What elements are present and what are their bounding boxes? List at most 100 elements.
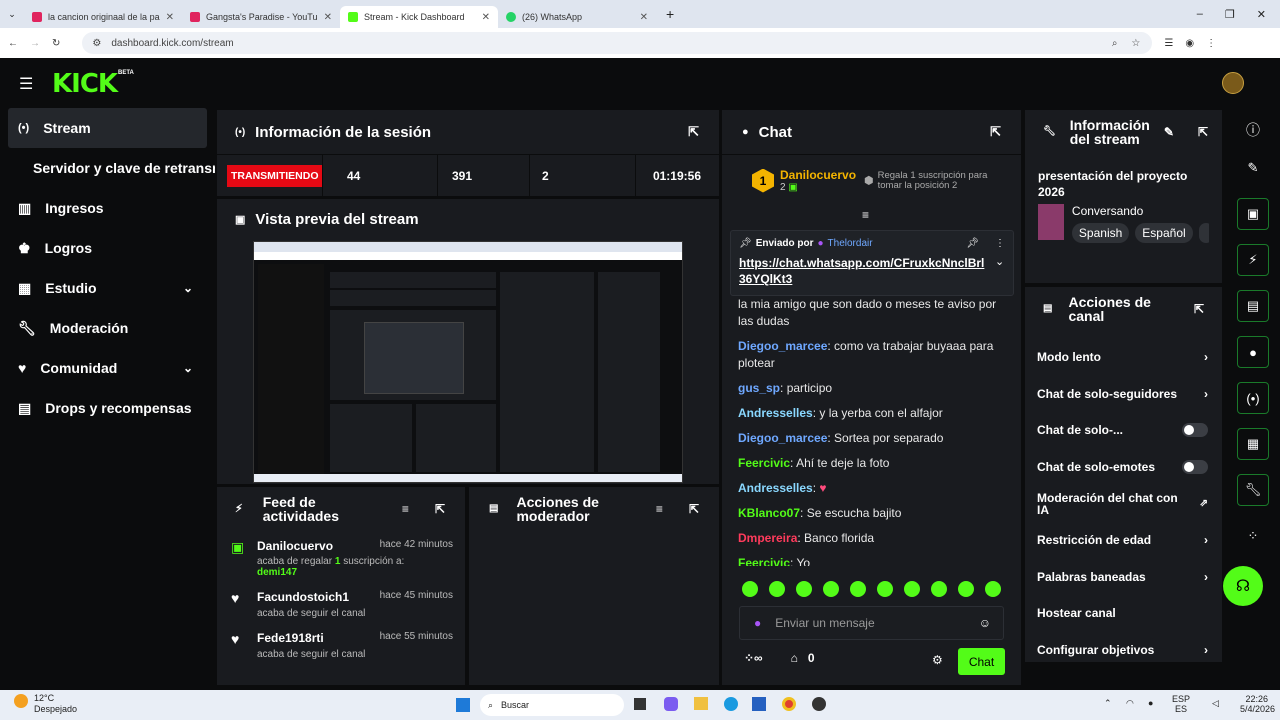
hamburger-icon[interactable]: ☰ xyxy=(19,74,33,94)
sidebar-item-moderation[interactable]: 🔧︎ Moderación xyxy=(0,308,215,348)
windows-start-icon[interactable] xyxy=(456,698,470,712)
clock[interactable]: 22:26 5/4/2026 xyxy=(1240,694,1275,714)
close-icon[interactable]: ✕ xyxy=(640,12,648,23)
followers-only-action[interactable]: Chat de solo-seguidores › xyxy=(1025,376,1222,413)
mic-icon[interactable]: ● xyxy=(1148,698,1153,708)
obs-icon[interactable] xyxy=(812,697,826,711)
site-info-icon[interactable]: ⚙ xyxy=(92,38,101,49)
back-icon[interactable]: ← xyxy=(8,38,18,49)
chevron-down-icon[interactable]: ⌄ xyxy=(995,255,1004,268)
emote-icon[interactable] xyxy=(823,581,839,597)
sidebar-item-achievements[interactable]: ♚ Logros xyxy=(0,228,215,268)
emotes-only-toggle[interactable] xyxy=(1182,460,1208,475)
tray-chevron-icon[interactable]: ⌃ xyxy=(1104,698,1112,709)
sidebar-item-community[interactable]: ♥ Comunidad ⌄ xyxy=(0,348,215,388)
zoom-icon[interactable]: ⌕ xyxy=(1112,38,1118,49)
popout-icon[interactable]: ⇱ xyxy=(1194,302,1204,316)
pin-icon[interactable]: 📌︎ xyxy=(966,238,979,249)
sidebar-item-stream[interactable]: (•) Stream xyxy=(8,108,207,148)
tag-chip[interactable]: Spanish xyxy=(1071,223,1130,243)
screenshot-icon[interactable]: ▣ xyxy=(1237,198,1269,230)
emoji-icon[interactable]: ☺ xyxy=(979,616,991,630)
reload-icon[interactable]: ↻ xyxy=(52,38,60,49)
minimize-icon[interactable]: – xyxy=(1197,8,1203,21)
emote-icon[interactable] xyxy=(796,581,812,597)
sidebar-item-studio[interactable]: ▦ Estudio ⌄ xyxy=(0,268,215,308)
channel-icon[interactable]: ▦ xyxy=(1237,428,1269,460)
clipboard-icon[interactable]: ▤ xyxy=(1237,290,1269,322)
help-chat-button[interactable]: ☊ xyxy=(1223,566,1263,606)
bookmark-star-icon[interactable]: ☆ xyxy=(1131,38,1140,49)
browser-tab-1[interactable]: la cancion originaal de la pant ✕ xyxy=(24,6,182,28)
subs-only-action[interactable]: Chat de solo-... xyxy=(1025,412,1222,449)
chat-bubble-icon[interactable]: ● xyxy=(1237,336,1269,368)
profile-icon[interactable]: ◉ xyxy=(1185,38,1194,49)
close-icon[interactable]: ✕ xyxy=(324,12,332,23)
menu-dots-icon[interactable]: ⋮ xyxy=(1206,38,1216,49)
chrome-icon[interactable] xyxy=(782,697,796,711)
lightning-icon[interactable]: ⚡︎ xyxy=(1237,244,1269,276)
emote-icon[interactable] xyxy=(877,581,893,597)
wrench-icon[interactable]: 🔧︎ xyxy=(1237,474,1269,506)
pinned-link[interactable]: https://chat.whatsapp.com/CFruxkcNnclBrl… xyxy=(739,255,989,287)
browser-tab-4[interactable]: (26) WhatsApp ✕ xyxy=(498,6,656,28)
layout-icon[interactable]: ⁘ xyxy=(1237,520,1269,552)
explorer-icon[interactable] xyxy=(694,697,708,710)
close-icon[interactable]: ✕ xyxy=(166,12,174,23)
broadcast-icon[interactable]: (•) xyxy=(1237,382,1269,414)
copilot-icon[interactable] xyxy=(664,697,678,711)
extensions-icon[interactable]: ☰ xyxy=(1164,38,1173,49)
popout-icon[interactable]: ⇱ xyxy=(435,502,445,516)
taskbar-search[interactable]: ⌕ Buscar xyxy=(480,694,624,716)
maximize-icon[interactable]: ❐ xyxy=(1225,8,1235,21)
close-icon[interactable]: ✕ xyxy=(482,12,490,23)
subs-only-toggle[interactable] xyxy=(1182,423,1208,438)
edit-pencil-icon[interactable]: ✎ xyxy=(1237,152,1269,184)
edit-pencil-icon[interactable]: ✎ xyxy=(1164,125,1174,139)
avatar[interactable] xyxy=(1222,72,1244,94)
emote-icon[interactable] xyxy=(958,581,974,597)
emotes-only-action[interactable]: Chat de solo-emotes xyxy=(1025,449,1222,486)
popout-icon[interactable]: ⇱ xyxy=(689,502,699,516)
category-thumbnail[interactable] xyxy=(1038,204,1064,240)
banned-words-action[interactable]: Palabras baneadas › xyxy=(1025,559,1222,596)
info-icon[interactable]: ⓘ xyxy=(1226,120,1280,142)
popout-icon[interactable]: ⇱ xyxy=(1198,125,1208,139)
settings-dots-icon[interactable]: ⁘∞ xyxy=(744,651,763,665)
tag-chip[interactable]: Español xyxy=(1135,223,1193,243)
tag-chip[interactable] xyxy=(1198,223,1209,243)
popout-icon[interactable]: ⇱ xyxy=(688,124,699,140)
ai-moderation-action[interactable]: Moderación del chat con IA ⇗ xyxy=(1025,485,1222,522)
browser-tab-2[interactable]: Gangsta's Paradise - YouTube ✕ xyxy=(182,6,340,28)
emote-icon[interactable] xyxy=(985,581,1001,597)
gear-icon[interactable]: ⚙ xyxy=(932,653,943,667)
emote-icon[interactable] xyxy=(850,581,866,597)
tab-search-icon[interactable]: ⌄ xyxy=(0,9,24,20)
stream-preview-video[interactable] xyxy=(253,241,683,483)
emote-icon[interactable] xyxy=(742,581,758,597)
taskview-icon[interactable] xyxy=(634,698,646,710)
send-chat-button[interactable]: Chat xyxy=(958,648,1005,675)
filter-icon[interactable]: ≡ xyxy=(656,502,663,516)
edge-icon[interactable] xyxy=(724,697,738,711)
age-restriction-action[interactable]: Restricción de edad › xyxy=(1025,522,1222,559)
collapse-icon[interactable]: ≡ xyxy=(862,208,869,222)
chat-input[interactable]: ● Enviar un mensaje ☺ xyxy=(739,606,1004,640)
popout-icon[interactable]: ⇱ xyxy=(990,124,1001,140)
browser-tab-3[interactable]: Stream - Kick Dashboard ✕ xyxy=(340,6,498,28)
kick-logo[interactable]: KICK xyxy=(52,69,118,99)
slow-mode-action[interactable]: Modo lento › xyxy=(1025,339,1222,376)
gift-box-icon[interactable]: ⌂ xyxy=(791,651,798,665)
url-field[interactable]: ⚙ dashboard.kick.com/stream ⌕ ☆ xyxy=(82,32,1153,54)
sidebar-item-drops[interactable]: ▤ Drops y recompensas xyxy=(0,388,215,428)
host-channel-action[interactable]: Hostear canal xyxy=(1025,595,1222,632)
close-window-icon[interactable]: ✕ xyxy=(1257,8,1266,21)
language-indicator[interactable]: ESP ES xyxy=(1172,694,1190,714)
forward-icon[interactable]: → xyxy=(30,38,40,49)
volume-icon[interactable]: ◁ xyxy=(1212,698,1219,709)
emote-icon[interactable] xyxy=(931,581,947,597)
emote-icon[interactable] xyxy=(904,581,920,597)
sidebar-item-server-key[interactable]: Servidor y clave de retransm xyxy=(0,148,215,188)
menu-dots-icon[interactable]: ⋮ xyxy=(995,238,1005,249)
sidebar-item-revenue[interactable]: ▥ Ingresos xyxy=(0,188,215,228)
